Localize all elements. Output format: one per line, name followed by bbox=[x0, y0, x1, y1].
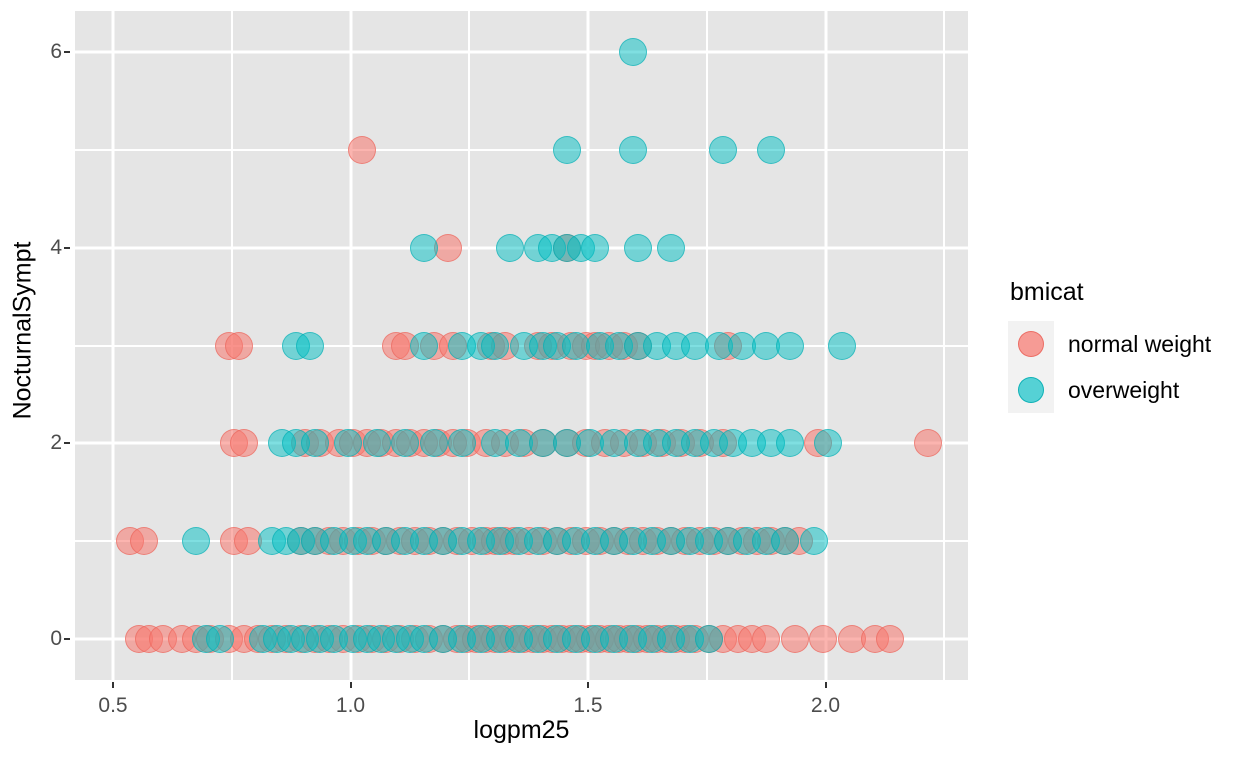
data-point bbox=[875, 624, 904, 653]
legend-title: bmicat bbox=[1010, 278, 1084, 306]
x-tick-mark bbox=[112, 682, 114, 688]
y-tick-label: 6 bbox=[50, 40, 62, 64]
y-tick-label: 0 bbox=[50, 626, 62, 650]
data-point bbox=[391, 429, 420, 458]
data-point bbox=[752, 624, 781, 653]
data-point bbox=[780, 624, 809, 653]
legend-item-normal-weight[interactable]: normal weight bbox=[1008, 321, 1238, 367]
data-point bbox=[419, 429, 448, 458]
gridline-major-horizontal bbox=[75, 50, 968, 54]
plot-panel bbox=[75, 11, 968, 680]
data-point bbox=[695, 624, 724, 653]
data-point bbox=[709, 135, 738, 164]
data-point bbox=[813, 429, 842, 458]
data-point bbox=[300, 429, 329, 458]
data-point bbox=[182, 527, 211, 556]
data-point bbox=[775, 331, 804, 360]
x-tick-mark bbox=[349, 682, 352, 688]
data-point bbox=[799, 527, 828, 556]
data-point bbox=[809, 624, 838, 653]
gridline-major-vertical bbox=[111, 11, 115, 680]
data-point bbox=[552, 135, 581, 164]
data-point bbox=[410, 331, 439, 360]
data-point bbox=[623, 233, 652, 262]
x-tick-label: 1.5 bbox=[573, 694, 603, 717]
data-point bbox=[756, 135, 785, 164]
data-point bbox=[775, 429, 804, 458]
y-tick-label: 4 bbox=[50, 235, 62, 259]
data-point bbox=[828, 331, 857, 360]
data-point bbox=[619, 38, 648, 67]
legend-key-swatch bbox=[1008, 367, 1054, 413]
data-point bbox=[362, 429, 391, 458]
gridline-minor-horizontal bbox=[75, 148, 968, 151]
data-point bbox=[619, 135, 648, 164]
y-tick-mark bbox=[64, 637, 70, 640]
legend-key-swatch bbox=[1008, 321, 1054, 367]
data-point bbox=[495, 233, 524, 262]
legend-point-icon bbox=[1018, 331, 1044, 357]
legend-item-label: normal weight bbox=[1068, 330, 1212, 357]
legend: bmicat normal weight overweight bbox=[1008, 278, 1238, 413]
gridline-major-vertical bbox=[349, 11, 352, 680]
legend-point-icon bbox=[1018, 377, 1044, 403]
data-point bbox=[448, 429, 477, 458]
data-point bbox=[348, 135, 377, 164]
x-axis-title: logpm25 bbox=[473, 716, 570, 744]
y-tick-label: 2 bbox=[50, 431, 62, 455]
gridline-major-vertical bbox=[824, 11, 827, 680]
data-point bbox=[410, 233, 439, 262]
data-point bbox=[224, 331, 253, 360]
data-point bbox=[205, 624, 234, 653]
data-point bbox=[481, 331, 510, 360]
data-point bbox=[913, 429, 942, 458]
x-tick-label: 0.5 bbox=[98, 694, 128, 717]
data-point bbox=[581, 233, 610, 262]
gridline-minor-vertical bbox=[943, 11, 946, 680]
data-point bbox=[129, 527, 158, 556]
data-point bbox=[296, 331, 325, 360]
scatter-plot-figure: NocturnalSympt 0 2 4 6 0.5 1.0 1.5 2.0 logpm25… bbox=[0, 0, 1248, 768]
data-point bbox=[771, 527, 800, 556]
y-tick-mark bbox=[64, 246, 70, 249]
legend-item-overweight[interactable]: overweight bbox=[1008, 367, 1238, 413]
y-tick-mark bbox=[64, 442, 70, 445]
x-tick-label: 1.0 bbox=[335, 694, 366, 717]
data-point bbox=[229, 429, 258, 458]
x-tick-label: 2.0 bbox=[810, 694, 841, 717]
y-tick-mark bbox=[64, 51, 70, 54]
legend-items: normal weight overweight bbox=[1008, 321, 1238, 413]
y-axis-title-text: NocturnalSympt bbox=[8, 241, 37, 419]
legend-item-label: overweight bbox=[1068, 376, 1180, 403]
x-tick-mark bbox=[587, 682, 589, 688]
y-axis-ticks: 0 2 4 6 bbox=[40, 0, 70, 768]
data-point bbox=[657, 233, 686, 262]
data-point bbox=[334, 429, 363, 458]
x-tick-mark bbox=[824, 682, 827, 688]
